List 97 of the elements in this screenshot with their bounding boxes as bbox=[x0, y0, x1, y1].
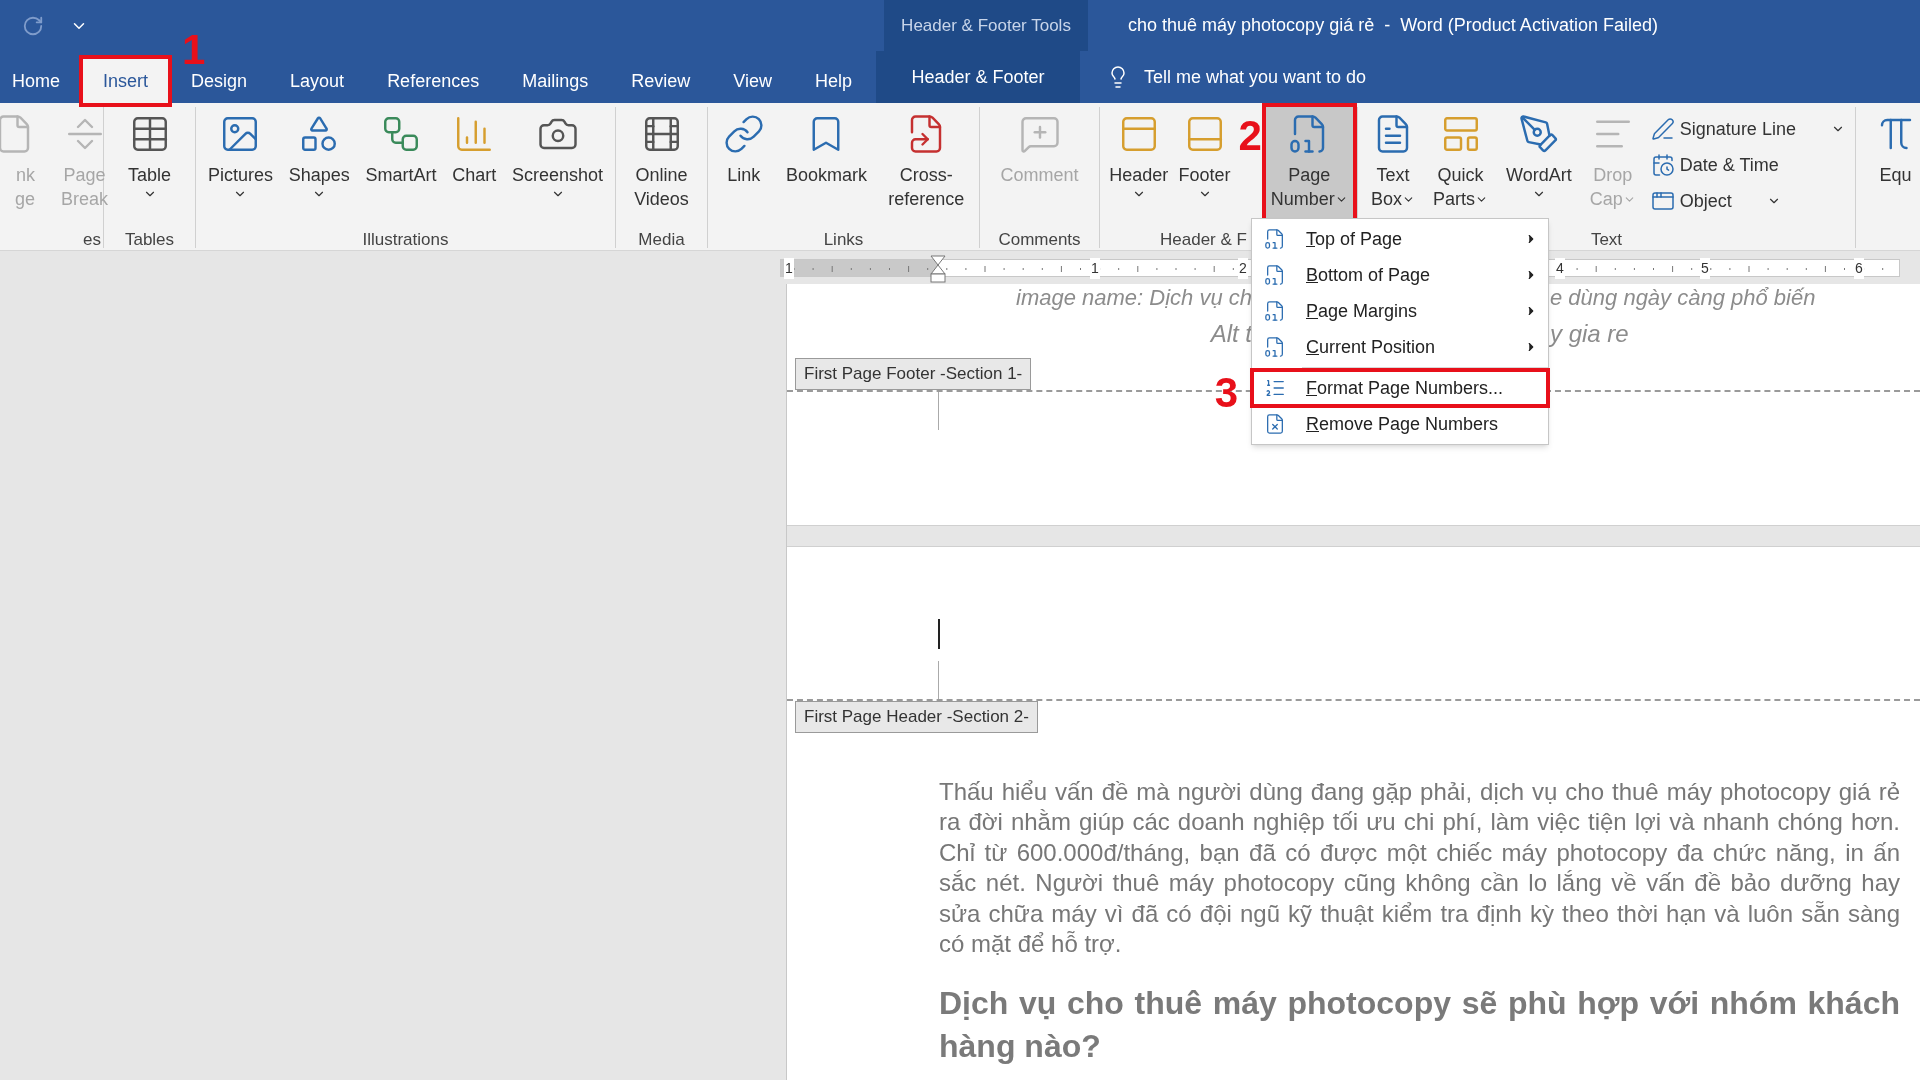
step-number: 2 bbox=[1238, 115, 1262, 157]
caption-text: image name: Dịch vụ ch bbox=[1016, 283, 1252, 312]
redo-icon[interactable] bbox=[22, 14, 44, 37]
menu-item[interactable]: Current Position bbox=[1252, 329, 1548, 365]
button-label: Pictures bbox=[207, 164, 273, 187]
ruler-number: 2 bbox=[1238, 258, 1248, 279]
button-label: Box bbox=[1371, 187, 1416, 211]
section-tag: First Page Footer -Section 1- bbox=[795, 358, 1032, 390]
ribbon-tab[interactable]: Mailings bbox=[502, 59, 609, 103]
caption-text: e dùng ngày càng phổ biến bbox=[1550, 283, 1816, 312]
window-title: cho thuê máy photocopy giá rẻ - Word (Product Activation Failed) bbox=[1128, 14, 1658, 37]
ribbon-button[interactable]: Cross- reference bbox=[883, 107, 970, 227]
button-label: Chart bbox=[452, 164, 497, 187]
page-number-icon bbox=[1264, 300, 1286, 322]
ribbon-button[interactable]: Footer bbox=[1173, 107, 1236, 227]
step-number: 3 bbox=[1214, 372, 1238, 414]
ribbon-button[interactable]: Shapes bbox=[283, 107, 355, 227]
calendar-clock-icon bbox=[1650, 153, 1675, 177]
button-label: Cap bbox=[1589, 187, 1636, 211]
ribbon-button[interactable]: Signature Line bbox=[1648, 111, 1847, 147]
menu-item[interactable]: Bottom of Page bbox=[1252, 257, 1548, 293]
ruler-number: 6 bbox=[1854, 258, 1864, 279]
group-label: es bbox=[83, 229, 101, 251]
ribbon-tab[interactable]: Layout bbox=[270, 59, 365, 103]
ribbon-button[interactable]: Online Videos bbox=[629, 107, 694, 227]
page-number-icon bbox=[1264, 264, 1286, 286]
group-label: Header & F bbox=[1160, 229, 1247, 251]
ribbon-button[interactable]: Date & Time bbox=[1648, 147, 1847, 183]
button-label: Screenshot bbox=[512, 164, 604, 187]
ribbon-button[interactable]: Object bbox=[1648, 183, 1847, 219]
button-label: Comment bbox=[1000, 164, 1079, 187]
link-icon bbox=[722, 113, 765, 155]
button-label: Drop bbox=[1593, 164, 1633, 187]
ruler-number: 1 bbox=[784, 258, 794, 279]
group-label: Comments bbox=[998, 229, 1081, 251]
button-label: Link bbox=[727, 164, 761, 187]
button-label: Table bbox=[128, 164, 171, 187]
section-tag: First Page Header -Section 2- bbox=[795, 701, 1038, 733]
button-label: WordArt bbox=[1506, 164, 1572, 187]
button-label: ge bbox=[14, 188, 35, 211]
step-number: 1 bbox=[182, 29, 206, 71]
numbered-list-icon bbox=[1264, 377, 1286, 399]
window-icon bbox=[1650, 189, 1675, 213]
button-label: Equ bbox=[1879, 164, 1912, 187]
signature-icon bbox=[1650, 117, 1675, 141]
section-heading: Dịch vụ cho thuê máy photocopy sẽ phù hợp với nhóm khách hàng nào? bbox=[939, 983, 1900, 1066]
ribbon-button[interactable]: Table bbox=[123, 107, 176, 227]
caption-text: y gia re bbox=[1550, 319, 1629, 349]
button-label: Break bbox=[61, 188, 109, 211]
button-label: Text bbox=[1376, 164, 1410, 187]
ribbon-tab[interactable]: References bbox=[367, 59, 500, 103]
ribbon-tab[interactable]: Home bbox=[0, 59, 80, 103]
menu-item[interactable]: Format Page Numbers... bbox=[1252, 370, 1548, 406]
ribbon-button[interactable]: Screenshot bbox=[507, 107, 609, 227]
button-label: Number bbox=[1270, 187, 1348, 211]
button-label: SmartArt bbox=[365, 164, 437, 187]
button-label: Shapes bbox=[288, 164, 350, 187]
ruler-number: 5 bbox=[1700, 258, 1710, 279]
ribbon-button[interactable]: Link bbox=[717, 107, 770, 227]
group-label: Illustrations bbox=[362, 229, 449, 251]
menu-item[interactable]: Remove Page Numbers bbox=[1252, 406, 1548, 442]
button-label: nk bbox=[16, 164, 35, 187]
context-label: Header & Footer Tools bbox=[901, 14, 1071, 37]
tell-me-field[interactable]: Tell me what you want to do bbox=[1144, 63, 1464, 91]
text-cursor bbox=[938, 619, 940, 649]
page-number-icon bbox=[1264, 336, 1286, 358]
ribbon-button[interactable]: Chart bbox=[447, 107, 502, 227]
ribbon-button[interactable]: Bookmark bbox=[780, 107, 872, 227]
ribbon-button[interactable]: Equ bbox=[1869, 107, 1920, 227]
group-label: Tables bbox=[124, 229, 175, 251]
button-label: Online bbox=[635, 164, 688, 187]
button-label: Parts bbox=[1433, 187, 1489, 211]
button-label: Bookmark bbox=[785, 164, 867, 187]
button-label: Quick bbox=[1437, 164, 1484, 187]
page-number-icon bbox=[1264, 228, 1286, 250]
ruler-number: 4 bbox=[1555, 258, 1565, 279]
button-label: reference bbox=[888, 188, 965, 211]
button-label: Header bbox=[1109, 164, 1169, 187]
ruler-number: 1 bbox=[1090, 258, 1100, 279]
caption-text: Alt t bbox=[1210, 319, 1252, 349]
group-label: Media bbox=[638, 229, 685, 251]
ribbon-tab[interactable]: Review bbox=[611, 59, 711, 103]
button-label: Footer bbox=[1178, 164, 1231, 187]
remove-icon bbox=[1264, 413, 1286, 435]
menu-item[interactable]: Page Margins bbox=[1252, 293, 1548, 329]
button-label: Cross- bbox=[899, 164, 953, 187]
button-label: Page bbox=[63, 164, 106, 187]
body-paragraph: Thấu hiểu vấn đề mà người dùng đang gặp phải, dịch vụ cho thuê máy photocopy giá rẻ ra đời nhằm giúp các doanh nghiệp tối ưu chi phí, làm việc tiện lợi và nhanh chóng hơn. Chỉ từ 600.000đ/tháng, bạn đã có được một chiếc máy photocopy đa chức năng, in ấn sắc nét. Người thuê máy photocopy cũng không cần lo lắng về vấn đề bảo dưỡng hay sửa chữa máy vì đã có đội ngũ kỹ thuật kiểm tra định kỳ theo thời hạn và luôn sẵn sàng có mặt để hỗ trợ. bbox=[939, 776, 1900, 959]
button-label: Videos bbox=[634, 188, 689, 211]
group-label: Links bbox=[823, 229, 864, 251]
ribbon-tab[interactable]: Help bbox=[794, 59, 872, 103]
button-label: Page bbox=[1288, 164, 1331, 187]
group-label: Text bbox=[1590, 229, 1623, 251]
ribbon-button[interactable]: Header bbox=[1104, 107, 1174, 227]
ribbon-tab[interactable]: View bbox=[713, 59, 792, 103]
ribbon-button[interactable]: SmartArt bbox=[360, 107, 442, 227]
ribbon-button[interactable]: Pictures bbox=[202, 107, 278, 227]
